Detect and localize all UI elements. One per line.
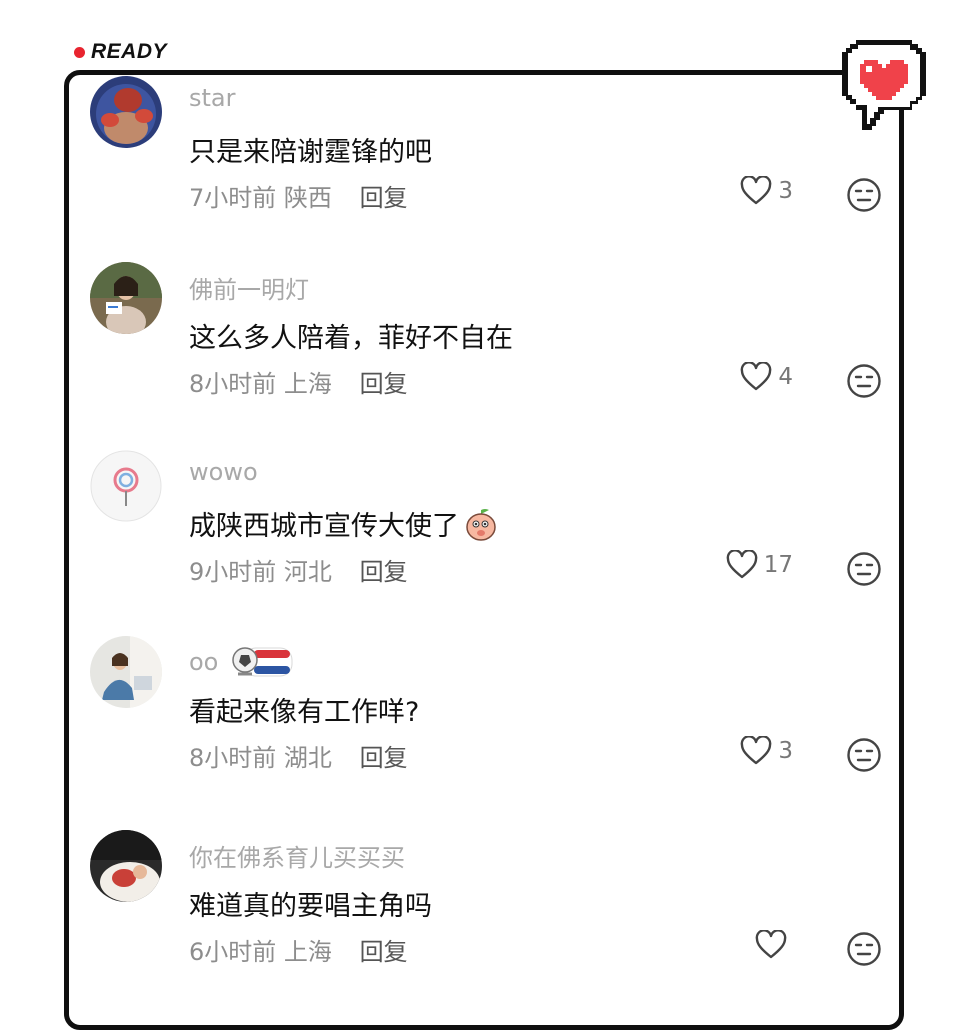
comment-item: 你在佛系育儿买买买 难道真的要唱主角吗 6小时前 上海 回复	[90, 830, 890, 1000]
reply-button[interactable]: 回复	[360, 184, 408, 212]
comment-text-body: 只是来陪谢霆锋的吧	[189, 137, 432, 168]
avatar-girl-sitting[interactable]	[90, 636, 162, 708]
peach-emoji	[466, 508, 496, 541]
comment-username: oo	[189, 644, 298, 680]
comment-meta: 9小时前 河北 回复	[189, 552, 408, 587]
dislike-face-icon[interactable]	[846, 931, 882, 967]
like-button[interactable]: 4	[740, 362, 793, 392]
comment-username[interactable]: 佛前一明灯	[189, 270, 309, 305]
comment-time: 8小时前	[189, 370, 277, 398]
comment-location: 上海	[283, 370, 332, 398]
comment-item: oo 看起来像有工作咩? 8小时前 湖北 回复 3	[90, 636, 890, 806]
like-button[interactable]: 3	[740, 736, 793, 766]
dislike-face-icon[interactable]	[846, 177, 882, 213]
heart-outline-icon	[755, 930, 787, 959]
heart-outline-icon	[741, 736, 772, 765]
avatar-boxer[interactable]	[90, 76, 162, 148]
comment-item: wowo 成陕西城市宣传大使了 9小时前 河北 回复 17	[90, 450, 890, 620]
like-button[interactable]: 3	[740, 176, 793, 206]
avatar-lollipop[interactable]	[90, 450, 162, 522]
like-count: 4	[778, 364, 793, 390]
comment-time: 7小时前	[189, 184, 277, 212]
reply-button[interactable]: 回复	[360, 938, 408, 966]
comment-time: 8小时前	[189, 744, 277, 772]
comment-location: 陕西	[283, 184, 332, 212]
netherlands-football-badge	[232, 647, 293, 677]
comment-location: 上海	[283, 938, 332, 966]
reply-button[interactable]: 回复	[360, 558, 408, 586]
heart-outline-icon	[741, 176, 772, 205]
comment-text: 难道真的要唱主角吗	[189, 884, 432, 923]
comment-username[interactable]: star	[189, 84, 236, 112]
comment-meta: 7小时前 陕西 回复	[189, 178, 408, 213]
like-button[interactable]	[755, 930, 793, 960]
comment-username[interactable]: wowo	[189, 458, 258, 486]
recording-dot-icon	[74, 46, 85, 58]
comment-text-body: 难道真的要唱主角吗	[189, 891, 432, 922]
comment-item: star 只是来陪谢霆锋的吧 7小时前 陕西 回复 3	[90, 76, 890, 246]
comment-meta: 8小时前 湖北 回复	[189, 738, 408, 773]
comment-time: 6小时前	[189, 938, 277, 966]
comment-text: 看起来像有工作咩?	[189, 690, 419, 729]
reply-button[interactable]: 回复	[360, 744, 408, 772]
comment-text: 成陕西城市宣传大使了	[189, 504, 499, 543]
dislike-face-icon[interactable]	[846, 737, 882, 773]
heart-outline-icon	[726, 550, 758, 579]
like-count: 3	[778, 738, 793, 764]
comment-meta: 8小时前 上海 回复	[189, 364, 408, 399]
comment-username[interactable]: 你在佛系育儿买买买	[189, 838, 405, 873]
ready-badge: READY	[74, 40, 167, 64]
comment-location: 河北	[283, 558, 332, 586]
reply-button[interactable]: 回复	[360, 370, 408, 398]
comment-text: 这么多人陪着，菲好不自在	[189, 316, 513, 355]
comment-text-body: 看起来像有工作咩?	[189, 697, 420, 728]
comment-time: 9小时前	[189, 558, 277, 586]
comment-text-body: 成陕西城市宣传大使了	[189, 511, 459, 542]
like-count: 17	[763, 552, 793, 578]
comment-location: 湖北	[283, 744, 332, 772]
like-button[interactable]: 17	[726, 550, 793, 580]
comment-username-text[interactable]: oo	[189, 648, 218, 676]
comment-item: 佛前一明灯 这么多人陪着，菲好不自在 8小时前 上海 回复 4	[90, 262, 890, 432]
comment-text-body: 这么多人陪着，菲好不自在	[189, 323, 513, 354]
comment-meta: 6小时前 上海 回复	[189, 932, 408, 967]
comment-text: 只是来陪谢霆锋的吧	[189, 130, 432, 169]
like-count: 3	[778, 178, 793, 204]
avatar-baby[interactable]	[90, 830, 162, 902]
ready-label: READY	[91, 40, 168, 63]
dislike-face-icon[interactable]	[846, 551, 882, 587]
avatar-woman-sign[interactable]	[90, 262, 162, 334]
dislike-face-icon[interactable]	[846, 363, 882, 399]
heart-outline-icon	[741, 362, 772, 391]
